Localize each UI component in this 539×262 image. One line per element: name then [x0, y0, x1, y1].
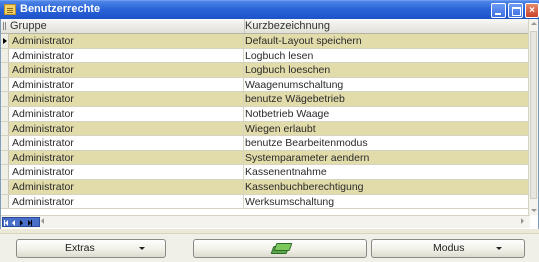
- cell-gruppe[interactable]: Administrator: [12, 92, 238, 106]
- column-divider: [243, 194, 244, 209]
- column-divider: [243, 150, 244, 165]
- cell-gruppe[interactable]: Administrator: [12, 151, 238, 165]
- cell-kurzbezeichnung[interactable]: benutze Wägebetrieb: [245, 92, 345, 106]
- cell-gruppe[interactable]: Administrator: [12, 78, 238, 92]
- grid-header: Gruppe Kurzbezeichnung: [1, 19, 530, 34]
- chevron-down-icon: [139, 247, 145, 250]
- cell-gruppe[interactable]: Administrator: [12, 180, 238, 194]
- window-title: Benutzerrechte: [20, 3, 101, 15]
- row-indicator[interactable]: [1, 106, 9, 121]
- column-divider: [243, 136, 244, 150]
- table-row[interactable]: Administrator Logbuch lesen: [1, 48, 530, 64]
- minimize-icon: [495, 13, 501, 15]
- column-divider: [243, 34, 244, 48]
- cell-kurzbezeichnung[interactable]: Default-Layout speichern: [245, 34, 362, 48]
- row-indicator[interactable]: [1, 179, 9, 194]
- scroll-up-icon[interactable]: [530, 19, 537, 29]
- cell-kurzbezeichnung[interactable]: Kassenbuchberechtigung: [245, 180, 364, 194]
- row-indicator[interactable]: [1, 194, 9, 209]
- table-row[interactable]: Administrator Notbetrieb Waage: [1, 106, 530, 122]
- last-record-icon[interactable]: [28, 220, 32, 226]
- row-indicator[interactable]: [1, 121, 9, 136]
- column-divider: [243, 121, 244, 136]
- first-record-icon[interactable]: [4, 220, 8, 226]
- modus-dropdown-button[interactable]: Modus: [371, 239, 525, 258]
- cell-kurzbezeichnung[interactable]: Logbuch loeschen: [245, 63, 330, 77]
- table-row[interactable]: Administrator Waagenumschaltung: [1, 77, 530, 93]
- row-indicator[interactable]: [1, 34, 9, 48]
- cell-kurzbezeichnung[interactable]: benutze Bearbeitenmodus: [245, 136, 368, 150]
- close-icon: ×: [529, 5, 535, 16]
- cell-gruppe[interactable]: Administrator: [12, 49, 238, 63]
- table-row[interactable]: Administrator Kassenentnahme: [1, 165, 530, 180]
- money-icon: [270, 243, 293, 255]
- cell-kurzbezeichnung[interactable]: Wiegen erlaubt: [245, 122, 316, 136]
- cell-gruppe[interactable]: Administrator: [12, 195, 238, 209]
- column-indicator-icon: [2, 21, 8, 30]
- close-button[interactable]: ×: [525, 3, 539, 18]
- table-row[interactable]: Administrator benutze Bearbeitenmodus: [1, 136, 530, 151]
- table-row[interactable]: Administrator Logbuch loeschen: [1, 63, 530, 78]
- table-row[interactable]: Administrator Kassenbuchberechtigung: [1, 179, 530, 195]
- grid-rows: Administrator Default-Layout speichern Adm…: [1, 34, 530, 210]
- bottom-toolbar: Extras Modus: [0, 233, 539, 262]
- column-divider: [243, 48, 244, 63]
- cell-kurzbezeichnung[interactable]: Werksumschaltung: [245, 195, 334, 209]
- row-indicator[interactable]: [1, 77, 9, 92]
- title-bar[interactable]: Benutzerrechte ×: [0, 0, 539, 19]
- next-record-icon[interactable]: [20, 220, 23, 226]
- table-row[interactable]: Administrator Systemparameter aendern: [1, 150, 530, 166]
- scroll-down-icon[interactable]: [530, 205, 537, 215]
- scroll-right-icon[interactable]: [521, 218, 524, 224]
- cell-gruppe[interactable]: Administrator: [12, 63, 238, 77]
- cash-button[interactable]: [193, 239, 367, 258]
- row-indicator[interactable]: [1, 136, 9, 150]
- cell-kurzbezeichnung[interactable]: Kassenentnahme: [245, 165, 327, 179]
- row-indicator[interactable]: [1, 92, 9, 106]
- cell-gruppe[interactable]: Administrator: [12, 107, 238, 121]
- extras-label: Extras: [65, 242, 95, 254]
- modus-label: Modus: [433, 242, 465, 254]
- column-header-gruppe[interactable]: Gruppe: [10, 19, 238, 33]
- column-divider: [243, 165, 244, 179]
- cell-kurzbezeichnung[interactable]: Systemparameter aendern: [245, 151, 369, 165]
- horizontal-scrollbar[interactable]: [47, 217, 517, 227]
- record-navigator: [2, 217, 40, 227]
- cell-kurzbezeichnung[interactable]: Notbetrieb Waage: [245, 107, 329, 121]
- extras-dropdown-button[interactable]: Extras: [16, 239, 166, 258]
- column-header-kurzbezeichnung[interactable]: Kurzbezeichnung: [244, 19, 525, 33]
- table-row[interactable]: Administrator Werksumschaltung: [1, 194, 530, 210]
- chevron-down-icon: [496, 247, 502, 250]
- rights-grid[interactable]: Gruppe Kurzbezeichnung Administrator Defa…: [0, 19, 539, 229]
- column-divider: [243, 106, 244, 121]
- previous-record-icon[interactable]: [12, 220, 15, 226]
- cell-gruppe[interactable]: Administrator: [12, 34, 238, 48]
- vertical-scrollbar[interactable]: [528, 19, 538, 215]
- maximize-icon: [512, 7, 521, 16]
- cell-gruppe[interactable]: Administrator: [12, 122, 238, 136]
- row-indicator[interactable]: [1, 150, 9, 165]
- table-row[interactable]: Administrator benutze Wägebetrieb: [1, 92, 530, 107]
- row-indicator[interactable]: [1, 63, 9, 77]
- minimize-button[interactable]: [491, 3, 506, 18]
- cell-kurzbezeichnung[interactable]: Logbuch lesen: [245, 49, 313, 63]
- cell-kurzbezeichnung[interactable]: Waagenumschaltung: [245, 78, 343, 92]
- scroll-left-icon[interactable]: [41, 218, 44, 224]
- column-divider: [243, 92, 244, 106]
- record-navigator-bar: [1, 215, 530, 228]
- benutzerrechte-window: Benutzerrechte × Gruppe Kurzbezeichnung …: [0, 0, 539, 262]
- table-row[interactable]: Administrator Default-Layout speichern: [1, 34, 530, 49]
- row-indicator[interactable]: [1, 165, 9, 179]
- row-indicator[interactable]: [1, 48, 9, 63]
- maximize-button[interactable]: [508, 3, 523, 18]
- vertical-scroll-thumb[interactable]: [530, 31, 537, 199]
- column-divider: [243, 77, 244, 92]
- cell-gruppe[interactable]: Administrator: [12, 165, 238, 179]
- cell-gruppe[interactable]: Administrator: [12, 136, 238, 150]
- table-row[interactable]: Administrator Wiegen erlaubt: [1, 121, 530, 137]
- column-divider: [243, 179, 244, 194]
- window-icon: [4, 4, 16, 15]
- column-divider: [243, 63, 244, 77]
- current-row-arrow-icon: [3, 38, 7, 44]
